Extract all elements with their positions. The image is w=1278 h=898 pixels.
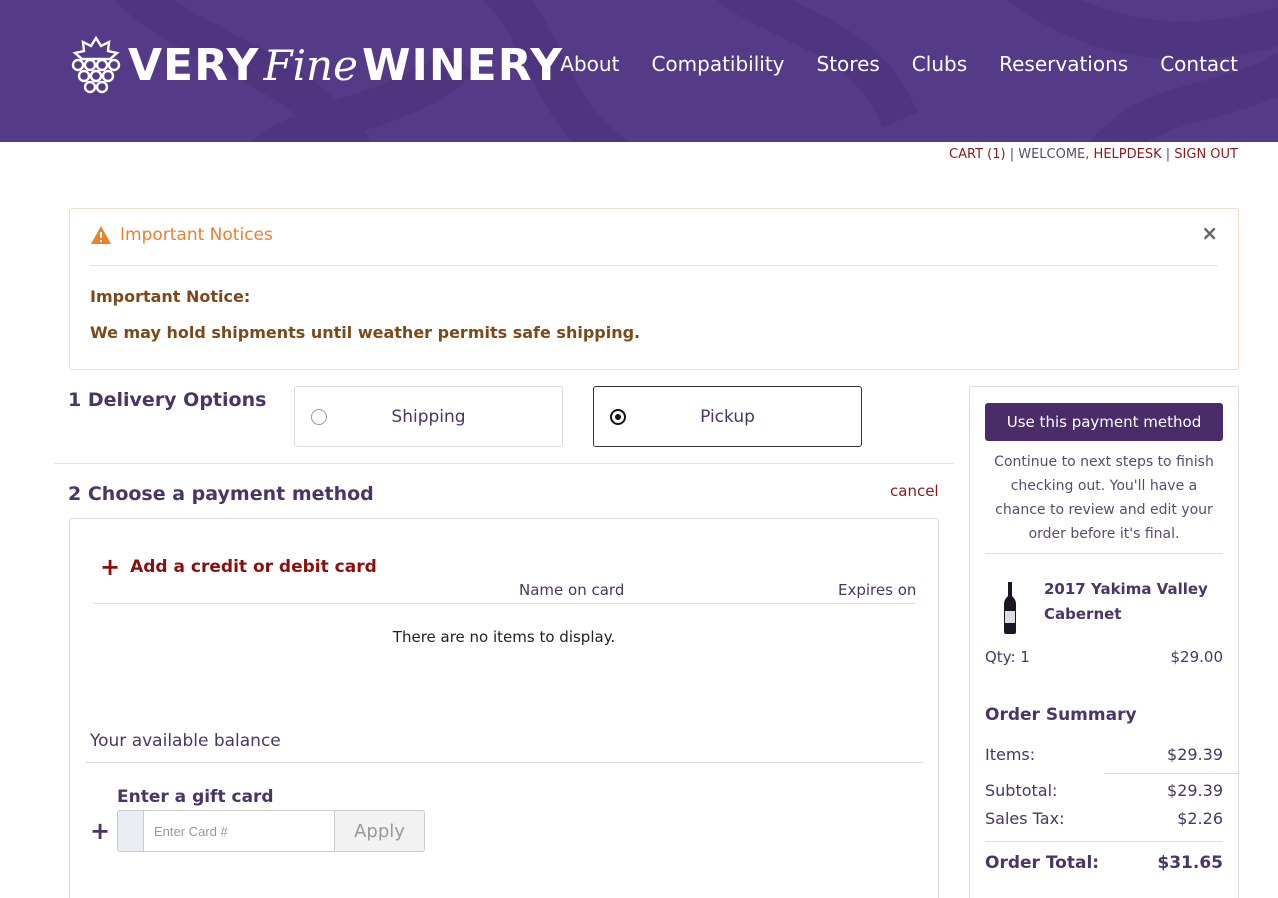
add-card-label: Add a credit or debit card <box>130 557 377 577</box>
cancel-link[interactable]: cancel <box>890 482 939 500</box>
available-balance-heading: Your available balance <box>90 731 281 751</box>
shipping-option[interactable]: Shipping <box>294 386 563 447</box>
subtotal-row: Subtotal: $29.39 <box>985 781 1223 800</box>
nav-reservations[interactable]: Reservations <box>999 52 1128 76</box>
gift-card-label: Enter a gift card <box>117 787 274 807</box>
notice-title: Important Notices <box>120 225 273 245</box>
column-header-expires: Expires on <box>838 581 917 599</box>
grape-leaf-icon <box>71 35 121 94</box>
nav-stores[interactable]: Stores <box>817 52 880 76</box>
pickup-label: Pickup <box>700 406 755 427</box>
step-number: 2 <box>68 483 82 505</box>
pickup-option[interactable]: Pickup <box>593 386 862 447</box>
site-logo[interactable]: VERY Fine WINERY <box>68 34 563 96</box>
add-credit-card-button[interactable]: + Add a credit or debit card <box>100 555 377 579</box>
gift-card-input[interactable] <box>144 811 334 851</box>
gift-card-input-group: Apply <box>117 810 425 852</box>
pickup-radio[interactable] <box>610 408 626 425</box>
column-header-name: Name on card <box>519 581 625 599</box>
sales-tax-row: Sales Tax: $2.26 <box>985 809 1223 828</box>
product-price: $29.00 <box>1170 648 1224 666</box>
nav-clubs[interactable]: Clubs <box>912 52 967 76</box>
order-total-label: Order Total: <box>985 853 1100 873</box>
section-divider <box>54 463 954 464</box>
empty-table-message: There are no items to display. <box>392 628 616 646</box>
use-payment-method-button[interactable]: Use this payment method <box>985 403 1223 441</box>
items-row: Items: $29.39 <box>985 745 1223 764</box>
nav-contact[interactable]: Contact <box>1160 52 1238 76</box>
continue-instructions: Continue to next steps to finish checkin… <box>994 454 1214 542</box>
delivery-options-heading: 1 Delivery Options <box>68 389 266 411</box>
product-qty: Qty: 1 <box>985 648 1030 666</box>
step-title: Delivery Options <box>87 389 267 411</box>
step-number: 1 <box>68 389 82 411</box>
items-label: Items: <box>985 745 1036 764</box>
order-summary-title: Order Summary <box>985 705 1137 725</box>
cart-link[interactable]: CART (1) <box>949 147 1006 162</box>
account-bar: CART (1) | WELCOME, HELPDESK | SIGN OUT <box>949 147 1238 162</box>
items-value: $29.39 <box>1167 745 1223 764</box>
separator: | <box>1161 147 1175 162</box>
plus-icon[interactable]: + <box>90 817 110 845</box>
logo-text-very: VERY <box>128 39 260 91</box>
sign-out-link[interactable]: SIGN OUT <box>1174 147 1238 162</box>
shipping-label: Shipping <box>391 406 466 427</box>
payment-method-heading: 2 Choose a payment method <box>68 483 374 505</box>
divider <box>1104 773 1238 774</box>
plus-icon: + <box>100 553 121 581</box>
order-total-value: $31.65 <box>1157 853 1223 873</box>
sales-tax-value: $2.26 <box>1177 809 1223 828</box>
welcome-text: WELCOME, <box>1018 147 1094 162</box>
shipping-radio[interactable] <box>311 408 327 425</box>
step-title: Choose a payment method <box>87 483 374 505</box>
notice-message: We may hold shipments until weather perm… <box>90 323 641 342</box>
divider <box>90 265 1218 266</box>
subtotal-label: Subtotal: <box>985 781 1058 800</box>
product-qty-row: Qty: 1 $29.00 <box>985 648 1223 666</box>
notice-heading: Important Notice: <box>90 287 251 306</box>
warning-icon <box>91 226 111 244</box>
nav-about[interactable]: About <box>560 52 619 76</box>
apply-gift-card-button[interactable]: Apply <box>334 811 424 851</box>
logo-text-winery: WINERY <box>361 39 564 91</box>
wine-bottle-icon <box>1004 582 1016 634</box>
payment-method-panel: + Add a credit or debit card Name on car… <box>69 518 939 898</box>
divider <box>985 841 1223 842</box>
logo-text-fine: Fine <box>263 40 358 90</box>
account-link[interactable]: HELPDESK <box>1094 147 1162 162</box>
notice-header: Important Notices <box>90 225 273 245</box>
order-summary-panel: Use this payment method Continue to next… <box>969 386 1239 898</box>
input-addon <box>118 811 144 851</box>
product-name[interactable]: 2017 Yakima Valley Cabernet <box>1044 577 1214 627</box>
separator: | <box>1005 147 1019 162</box>
order-total-row: Order Total: $31.65 <box>985 853 1223 873</box>
main-nav: About Compatibility Stores Clubs Reserva… <box>560 52 1238 76</box>
table-header-rule <box>94 603 915 604</box>
nav-compatibility[interactable]: Compatibility <box>651 52 784 76</box>
divider <box>86 762 923 763</box>
subtotal-value: $29.39 <box>1167 781 1223 800</box>
important-notices-panel: Important Notices × Important Notice: We… <box>69 208 1239 370</box>
site-header: VERY Fine WINERY About Compatibility Sto… <box>0 0 1278 142</box>
sales-tax-label: Sales Tax: <box>985 809 1065 828</box>
close-icon[interactable]: × <box>1201 221 1218 245</box>
divider <box>985 553 1223 554</box>
